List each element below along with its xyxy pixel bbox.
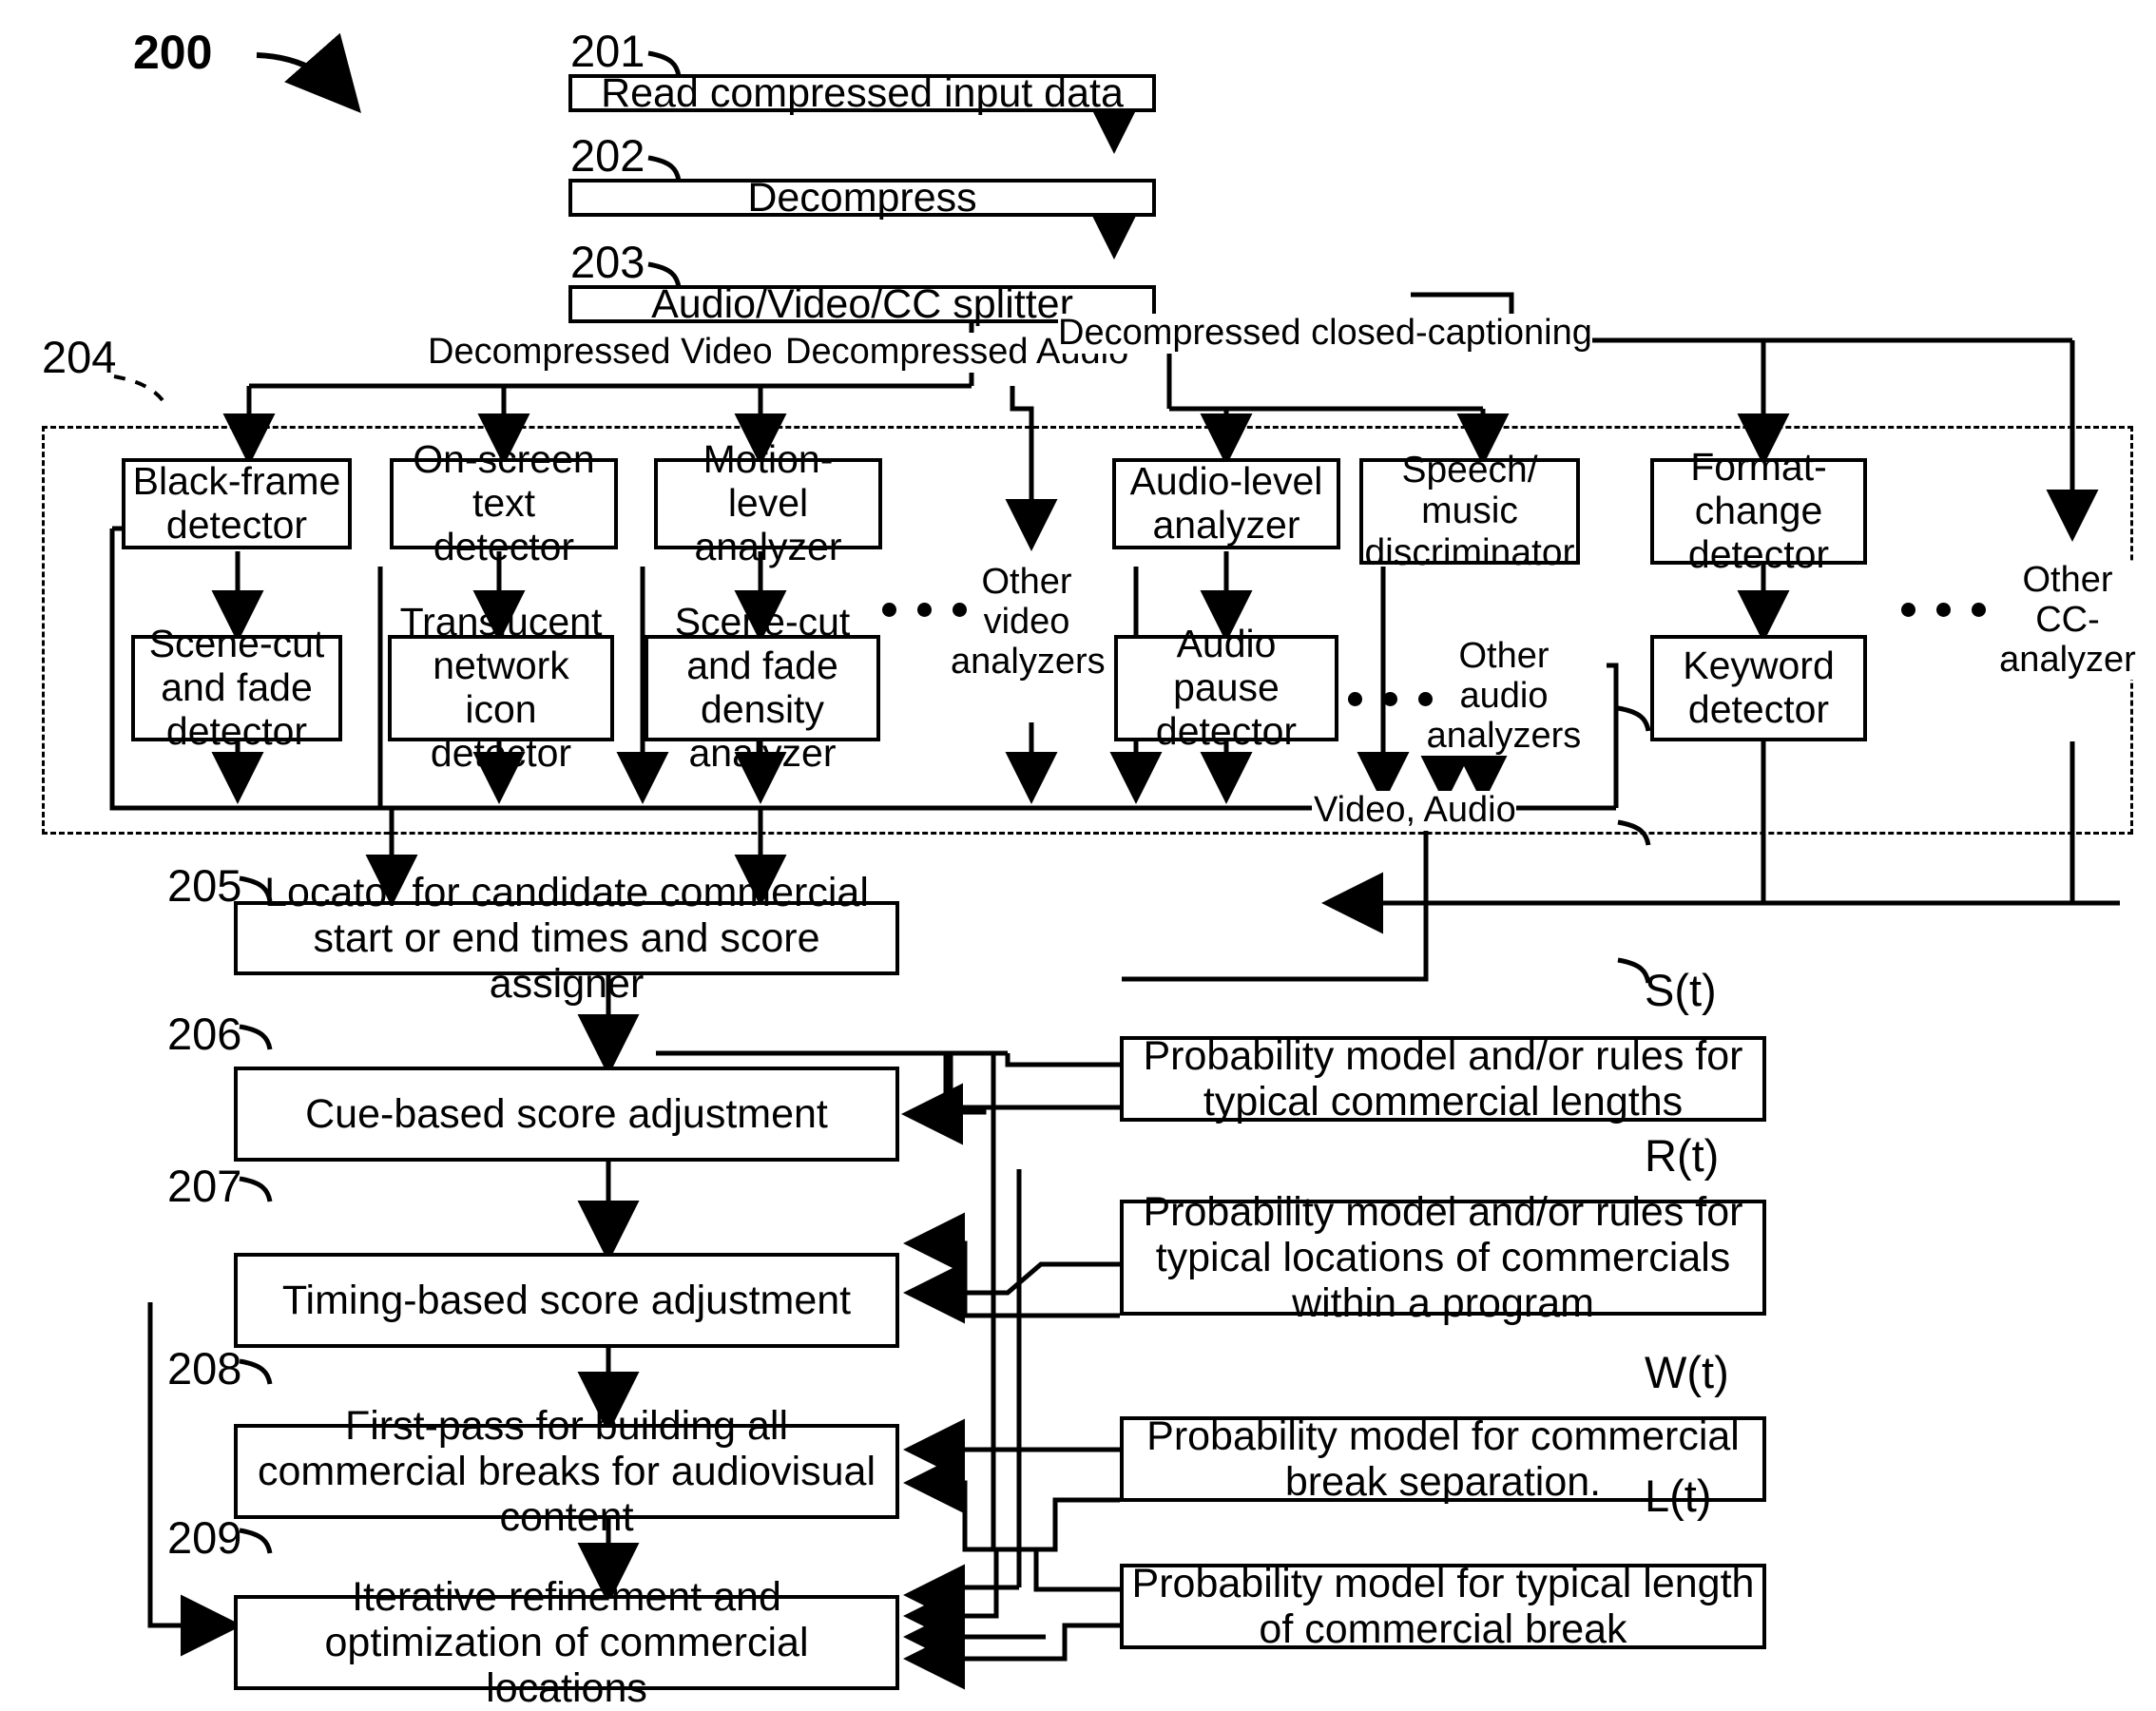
box-label: Scene-cut and fade detector xyxy=(148,622,325,753)
label-other-video-analyzers: Other video analyzers xyxy=(951,562,1106,682)
ref-208: 208 xyxy=(167,1343,242,1394)
box-label: Speech/ music discriminator xyxy=(1364,449,1575,573)
box-label: Audio pause detector xyxy=(1155,622,1298,753)
box-timing-based-score-adjustment[interactable]: Timing-based score adjustment xyxy=(234,1253,899,1348)
box-translucent-network-icon-detector[interactable]: Translucent network icon detector xyxy=(388,600,614,775)
box-on-screen-text-detector[interactable]: On-screen text detector xyxy=(390,437,618,568)
box-label: Translucent network icon detector xyxy=(399,600,603,775)
ref-202: 202 xyxy=(570,130,645,181)
ref-207: 207 xyxy=(167,1161,242,1211)
box-label: Scene-cut and fade density analyzer xyxy=(674,600,851,775)
box-label: Keyword detector xyxy=(1683,644,1835,731)
label-other-cc-analyzer: Other CC- analyzer xyxy=(1996,560,2139,681)
box-format-change-detector[interactable]: Format- change detector xyxy=(1650,445,1867,576)
box-motion-level-analyzer[interactable]: Motion-level analyzer xyxy=(654,437,882,568)
ref-rt: R(t) xyxy=(1645,1130,1720,1181)
box-label: Probability model for typical length of … xyxy=(1131,1560,1755,1652)
ref-st: S(t) xyxy=(1645,965,1717,1015)
box-label: Black-frame detector xyxy=(132,459,341,547)
figure-number: 200 xyxy=(133,26,213,79)
ref-wt: W(t) xyxy=(1645,1347,1729,1397)
box-black-frame-detector[interactable]: Black-frame detector xyxy=(122,458,352,549)
label-decompressed-video: Decompressed Video xyxy=(428,332,773,373)
box-audio-pause-detector[interactable]: Audio pause detector xyxy=(1114,622,1338,753)
box-label: Audio/Video/CC splitter xyxy=(651,280,1073,327)
label-video-audio: Video, Audio xyxy=(1314,790,1516,831)
box-label: Timing-based score adjustment xyxy=(281,1277,852,1323)
ref-203: 203 xyxy=(570,237,645,287)
box-label: On-screen text detector xyxy=(413,437,595,568)
box-scene-cut-and-fade-detector[interactable]: Scene-cut and fade detector xyxy=(131,622,342,753)
box-label: Read compressed input data xyxy=(601,69,1124,116)
box-first-pass-building-breaks[interactable]: First-pass for building all commercial b… xyxy=(234,1403,899,1540)
box-read-compressed-input-data[interactable]: Read compressed input data xyxy=(568,70,1156,116)
ellipsis-audio-dots xyxy=(1348,692,1433,706)
box-speech-music-discriminator[interactable]: Speech/ music discriminator xyxy=(1359,450,1580,573)
ellipsis-cc-dots xyxy=(1901,603,1986,617)
box-label: Motion-level analyzer xyxy=(694,437,842,568)
box-keyword-detector[interactable]: Keyword detector xyxy=(1650,635,1867,741)
label-other-audio-analyzers: Other audio analyzers xyxy=(1418,636,1589,757)
ref-205: 205 xyxy=(167,860,242,911)
ref-204: 204 xyxy=(42,332,117,382)
box-cue-based-score-adjustment[interactable]: Cue-based score adjustment xyxy=(234,1067,899,1162)
box-scene-cut-and-fade-density-analyzer[interactable]: Scene-cut and fade density analyzer xyxy=(645,600,880,775)
box-decompress[interactable]: Decompress xyxy=(568,175,1156,221)
box-audio-level-analyzer[interactable]: Audio-level analyzer xyxy=(1112,458,1340,549)
ref-201: 201 xyxy=(570,26,645,76)
box-model-commercial-locations[interactable]: Probability model and/or rules for typic… xyxy=(1120,1189,1766,1326)
box-iterative-refinement-optimization[interactable]: Iterative refinement and optimization of… xyxy=(234,1574,899,1711)
box-label: Audio-level analyzer xyxy=(1129,459,1323,547)
box-model-commercial-lengths[interactable]: Probability model and/or rules for typic… xyxy=(1120,1032,1766,1125)
box-label: Decompress xyxy=(747,174,977,221)
label-decompressed-cc: Decompressed closed-captioning xyxy=(1058,313,1592,354)
figure-canvas: 200 201 Read compressed input data 202 D… xyxy=(0,0,2156,1711)
box-label: First-pass for building all commercial b… xyxy=(257,1402,876,1541)
ellipsis-video-dots xyxy=(882,603,967,617)
box-label: Locator for candidate commercial start o… xyxy=(264,869,869,1008)
box-label: Cue-based score adjustment xyxy=(305,1090,828,1137)
box-label: Iterative refinement and optimization of… xyxy=(324,1573,809,1711)
box-model-typical-break-length[interactable]: Probability model for typical length of … xyxy=(1120,1560,1766,1652)
box-label: Probability model and/or rules for typic… xyxy=(1143,1188,1743,1327)
box-locator-candidate-commercial[interactable]: Locator for candidate commercial start o… xyxy=(234,870,899,1007)
ref-lt: L(t) xyxy=(1645,1471,1712,1521)
box-label: Format- change detector xyxy=(1687,445,1830,576)
ref-206: 206 xyxy=(167,1009,242,1059)
ref-209: 209 xyxy=(167,1512,242,1563)
box-label: Probability model and/or rules for typic… xyxy=(1143,1032,1743,1125)
